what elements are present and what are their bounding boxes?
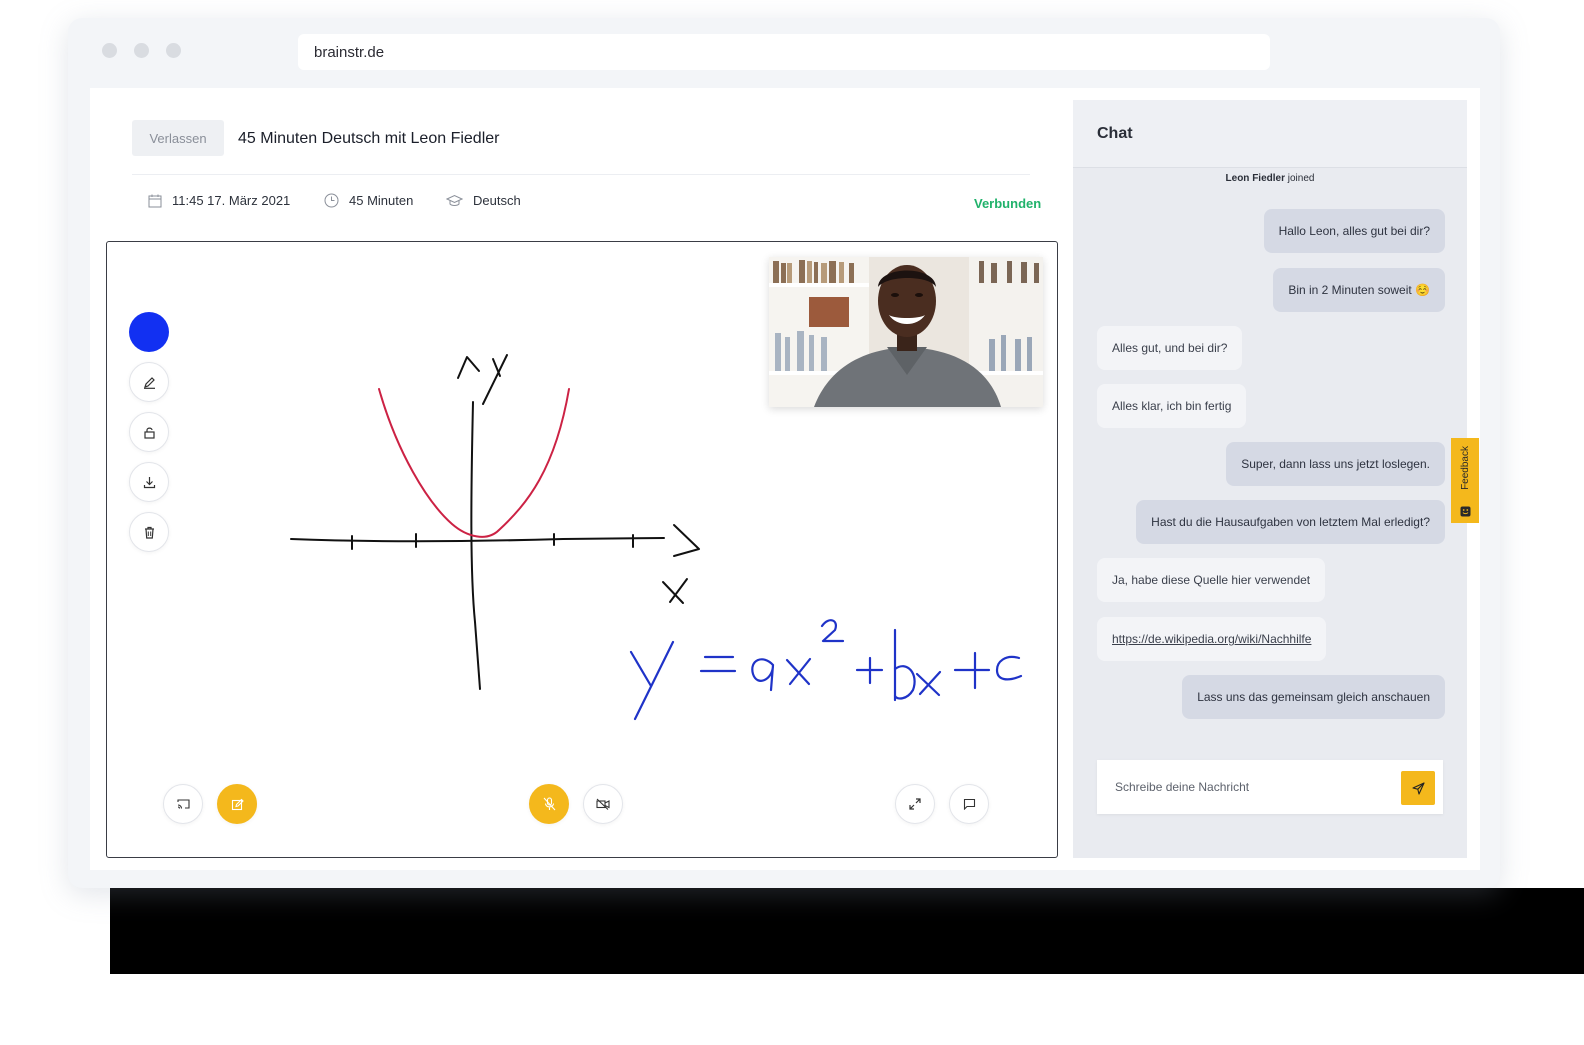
edit-icon [231, 798, 244, 810]
lesson-datetime: 11:45 17. März 2021 [172, 193, 291, 208]
message-text: Bin in 2 Minuten soweit ☺️ [1288, 283, 1430, 297]
meta-datetime: 11:45 17. März 2021 [148, 193, 290, 208]
chat-message-outgoing: Hast du die Hausaufgaben von letztem Mal… [1136, 500, 1445, 544]
message-text: Hallo Leon, alles gut bei dir? [1278, 224, 1430, 238]
graduation-cap-icon [446, 194, 463, 206]
connection-status: Verbunden [974, 196, 1042, 211]
url-text: brainstr.de [314, 43, 385, 61]
parabola [378, 388, 570, 538]
message-text: Super, dann lass uns jetzt loslegen. [1241, 457, 1430, 471]
video-call-thumbnail [769, 257, 1043, 407]
toggle-chat-button[interactable] [949, 784, 989, 824]
send-button[interactable] [1401, 771, 1435, 805]
chat-title: Chat [1073, 100, 1467, 168]
axis-label-x [662, 578, 688, 604]
chat-message-outgoing: Super, dann lass uns jetzt loslegen. [1226, 442, 1445, 486]
lesson-title: 45 Minuten Deutsch mit Leon Fiedler [238, 130, 500, 147]
equation-handwriting [629, 619, 1023, 721]
message-text: Hast du die Hausaufgaben von letztem Mal… [1151, 515, 1430, 529]
whiteboard-edit-button[interactable] [217, 784, 257, 824]
feedback-smile-icon [1460, 506, 1470, 517]
send-icon [1411, 781, 1425, 795]
y-axis-arrow [457, 356, 480, 379]
mute-microphone-button[interactable] [529, 784, 569, 824]
chat-panel: Chat Leon Fiedler joined Hallo Leon, all… [1073, 100, 1467, 858]
feedback-tab[interactable]: Feedback [1451, 438, 1479, 523]
camera-off-button[interactable] [583, 784, 623, 824]
lesson-duration: 45 Minuten [349, 193, 414, 208]
black-backdrop [110, 888, 1584, 974]
axis-label-y [482, 354, 508, 405]
joined-text: joined [1287, 173, 1315, 184]
window-controls [102, 43, 181, 58]
chat-message-link[interactable]: https://de.wikipedia.org/wiki/Nachhilfe [1097, 617, 1327, 661]
chat-bubble-icon [963, 798, 975, 810]
fullscreen-button[interactable] [895, 784, 935, 824]
meta-subject: Deutsch [446, 193, 521, 208]
leave-button[interactable]: Verlassen [132, 120, 224, 156]
message-text: Ja, habe diese Quelle hier verwendet [1112, 573, 1311, 587]
whiteboard[interactable] [106, 241, 1058, 858]
clock-icon [324, 193, 339, 208]
cast-button[interactable] [163, 784, 203, 824]
maximize-dot[interactable] [166, 43, 181, 58]
chat-message-incoming: Alles gut, und bei dir? [1097, 326, 1243, 370]
app-content: Verlassen 45 Minuten Deutsch mit Leon Fi… [90, 88, 1480, 870]
chat-message-outgoing: Hallo Leon, alles gut bei dir? [1263, 209, 1445, 253]
chat-message-incoming: Ja, habe diese Quelle hier verwendet [1097, 558, 1326, 602]
divider [132, 174, 1030, 175]
join-notice: Leon Fiedler joined [1073, 173, 1467, 184]
lesson-subject: Deutsch [473, 193, 521, 208]
chat-composer [1097, 760, 1443, 814]
message-text: Alles gut, und bei dir? [1112, 341, 1228, 355]
x-axis-arrow [673, 524, 700, 557]
mic-off-icon [543, 797, 555, 811]
x-axis [290, 537, 665, 543]
video-participant-image [769, 257, 1043, 407]
message-link[interactable]: https://de.wikipedia.org/wiki/Nachhilfe [1112, 632, 1311, 646]
message-text: Lass uns das gemeinsam gleich anschauen [1197, 690, 1430, 704]
chat-message-outgoing: Lass uns das gemeinsam gleich anschauen [1182, 675, 1445, 719]
cast-icon [176, 799, 190, 809]
browser-window: brainstr.de Verlassen 45 Minuten Deutsch… [68, 18, 1500, 888]
chat-message-incoming: Alles klar, ich bin fertig [1097, 384, 1247, 428]
url-bar[interactable]: brainstr.de [298, 34, 1270, 70]
video-off-icon [596, 798, 610, 810]
chat-message-input[interactable] [1115, 780, 1385, 794]
expand-icon [909, 798, 921, 810]
feedback-label: Feedback [1459, 446, 1471, 490]
minimize-dot[interactable] [134, 43, 149, 58]
message-text: Alles klar, ich bin fertig [1112, 399, 1232, 413]
joined-user-name: Leon Fiedler [1225, 173, 1285, 184]
y-axis [470, 401, 481, 690]
calendar-icon [148, 194, 162, 207]
close-dot[interactable] [102, 43, 117, 58]
chat-message-outgoing: Bin in 2 Minuten soweit ☺️ [1273, 268, 1445, 312]
meta-duration: 45 Minuten [324, 193, 413, 208]
